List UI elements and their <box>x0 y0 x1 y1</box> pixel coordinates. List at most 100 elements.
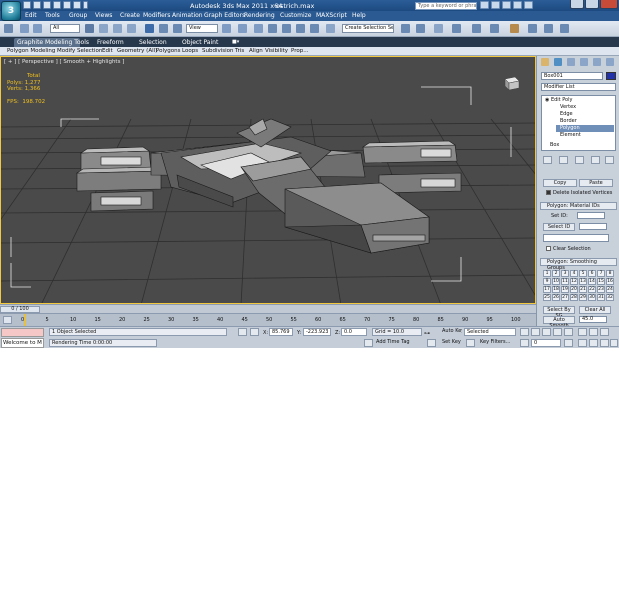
make-unique-icon[interactable] <box>575 156 584 164</box>
menu-views[interactable]: Views <box>95 12 112 19</box>
spaceship-model[interactable] <box>75 118 462 254</box>
smoothing-group-button[interactable]: 4 <box>570 270 578 277</box>
smoothing-group-button[interactable]: 22 <box>588 286 596 293</box>
set-id-spinner[interactable] <box>577 212 605 219</box>
select-object-icon[interactable] <box>85 24 94 33</box>
help-icon[interactable] <box>524 1 533 9</box>
ribbon-align[interactable]: Align <box>249 48 263 54</box>
graphite-toggle-icon[interactable] <box>452 24 461 33</box>
select-id-spinner[interactable] <box>579 223 607 230</box>
zoom-extents-icon[interactable] <box>600 328 609 336</box>
smoothing-group-button[interactable]: 1 <box>543 270 551 277</box>
key-icon[interactable]: ⊶ <box>424 330 436 337</box>
smoothing-group-button[interactable]: 32 <box>606 294 614 301</box>
scale-icon[interactable] <box>173 24 182 33</box>
ribbon-polygons[interactable]: Polygons <box>156 48 180 54</box>
favorites-star-icon[interactable] <box>513 1 522 9</box>
close-button[interactable] <box>600 0 618 9</box>
auto-smooth-threshold[interactable]: 45.0 <box>579 316 607 323</box>
smoothing-group-button[interactable]: 23 <box>597 286 605 293</box>
select-and-manipulate-icon[interactable] <box>238 24 247 33</box>
pan-view-icon[interactable] <box>589 339 598 347</box>
orbit-icon[interactable] <box>600 339 609 347</box>
delete-isolated-checkbox[interactable] <box>546 190 551 195</box>
set-key-icon[interactable] <box>427 339 436 347</box>
z-coord-field[interactable]: 0.0 <box>341 328 367 336</box>
smoothing-group-button[interactable]: 16 <box>606 278 614 285</box>
smoothing-group-button[interactable]: 31 <box>597 294 605 301</box>
perspective-viewport[interactable]: [ + ] [ Perspective ] [ Smooth + Highlig… <box>0 56 536 304</box>
window-crossing-icon[interactable] <box>127 24 136 33</box>
hierarchy-tab-icon[interactable] <box>567 58 575 66</box>
tab-graphite-modeling-tools[interactable]: Graphite Modeling Tools <box>17 39 89 46</box>
object-color-swatch[interactable] <box>606 72 616 80</box>
y-coord-field[interactable]: -223.923 <box>303 328 331 336</box>
curve-editor-icon[interactable] <box>472 24 481 33</box>
menu-edit[interactable]: Edit <box>25 12 37 19</box>
reference-coordinate-dropdown[interactable]: View <box>186 24 218 33</box>
ribbon-edit[interactable]: Edit <box>102 48 113 54</box>
ribbon-subdivision[interactable]: Subdivision <box>202 48 234 54</box>
motion-tab-icon[interactable] <box>580 58 588 66</box>
smoothing-group-button[interactable]: 9 <box>543 278 551 285</box>
material-ids-rollout[interactable]: Polygon: Material IDs <box>540 202 617 210</box>
snaps-toggle-icon[interactable] <box>268 24 277 33</box>
smoothing-group-button[interactable]: 11 <box>561 278 569 285</box>
menu-animation[interactable]: Animation <box>172 12 203 19</box>
key-mode-icon[interactable] <box>520 339 529 347</box>
ribbon-visibility[interactable]: Visibility <box>265 48 288 54</box>
time-slider[interactable]: 0 / 100 <box>0 304 536 313</box>
edit-named-selection-icon[interactable] <box>326 24 335 33</box>
keyboard-shortcut-icon[interactable] <box>254 24 263 33</box>
modifier-list-dropdown[interactable]: Modifier List <box>541 83 616 91</box>
material-editor-icon[interactable] <box>510 24 519 33</box>
selection-filter-dropdown[interactable]: All <box>50 24 80 33</box>
layer-manager-icon[interactable] <box>434 24 443 33</box>
pin-stack-icon[interactable] <box>543 156 552 164</box>
select-by-name-icon[interactable] <box>99 24 108 33</box>
previous-frame-icon[interactable] <box>531 328 540 336</box>
smoothing-group-button[interactable]: 25 <box>543 294 551 301</box>
ribbon-polygon-modeling[interactable]: Polygon Modeling <box>7 48 55 54</box>
communication-center-icon[interactable] <box>502 1 511 9</box>
mirror-icon[interactable] <box>401 24 410 33</box>
stack-item-box[interactable]: Box <box>550 142 559 149</box>
utilities-tab-icon[interactable] <box>606 58 614 66</box>
smoothing-group-button[interactable]: 10 <box>552 278 560 285</box>
minimize-button[interactable] <box>570 0 584 9</box>
menu-maxscript[interactable]: MAXScript <box>316 12 347 19</box>
named-selection-dropdown[interactable]: Create Selection Se <box>342 24 394 33</box>
object-name-field[interactable]: Box001 <box>541 72 603 80</box>
ribbon-geometry-all[interactable]: Geometry (All) <box>117 48 157 54</box>
select-by-sg-button[interactable]: Select By SG <box>543 306 575 319</box>
quick-access-dropdown-icon[interactable] <box>83 1 88 9</box>
spinner-snap-icon[interactable] <box>310 24 319 33</box>
smoothing-group-button[interactable]: 18 <box>552 286 560 293</box>
smoothing-group-button[interactable]: 7 <box>597 270 605 277</box>
zoom-all-icon[interactable] <box>589 328 598 336</box>
undo-icon[interactable] <box>53 1 61 9</box>
smoothing-group-button[interactable]: 21 <box>579 286 587 293</box>
stack-item-edit-poly[interactable]: ◉ Edit Poly <box>545 97 615 104</box>
percent-snap-icon[interactable] <box>296 24 305 33</box>
lock-selection-icon[interactable] <box>238 328 247 336</box>
key-filters-button[interactable]: Key Filters... <box>478 339 518 347</box>
stack-item-polygon[interactable]: Polygon <box>556 125 614 132</box>
ribbon-options-icon[interactable]: ■▾ <box>232 39 239 45</box>
pivot-center-icon[interactable] <box>222 24 231 33</box>
paste-button[interactable]: Paste <box>579 179 613 187</box>
auto-smooth-button[interactable]: Auto Smooth <box>543 316 575 329</box>
goto-start-icon[interactable] <box>520 328 529 336</box>
clear-all-button[interactable]: Clear All <box>579 306 611 314</box>
ribbon-tris[interactable]: Tris <box>235 48 244 54</box>
smoothing-group-button[interactable]: 20 <box>570 286 578 293</box>
smoothing-group-button[interactable]: 5 <box>579 270 587 277</box>
ribbon-modify-selection[interactable]: Modify Selection <box>57 48 102 54</box>
smoothing-group-button[interactable]: 12 <box>570 278 578 285</box>
maximize-viewport-icon[interactable] <box>610 339 618 347</box>
modify-tab-icon[interactable] <box>554 58 562 66</box>
subscription-icon[interactable] <box>491 1 500 9</box>
material-name-dropdown[interactable] <box>543 234 609 242</box>
smoothing-group-button[interactable]: 8 <box>606 270 614 277</box>
next-frame-icon[interactable] <box>553 328 562 336</box>
